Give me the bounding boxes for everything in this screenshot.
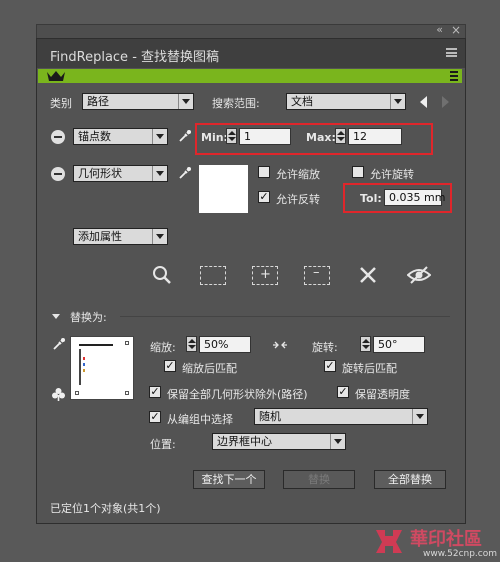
max-label: Max:	[306, 131, 336, 144]
rotate-input[interactable]: 50°	[373, 336, 425, 353]
scope-label: 搜索范围:	[212, 97, 260, 110]
attribute-dropdown[interactable]: 锚点数	[73, 128, 168, 145]
crown-icon	[47, 71, 65, 81]
chevron-down-icon	[178, 94, 193, 109]
chevron-down-icon	[152, 129, 167, 144]
select-from-group-label: 从编组中选择	[167, 413, 233, 426]
add-attribute-dropdown[interactable]: 添加属性	[73, 228, 168, 245]
allow-rotate-label: 允许旋转	[370, 168, 414, 181]
match-scale-checkbox[interactable]: ✓	[164, 360, 176, 372]
eyedropper-icon[interactable]	[178, 129, 192, 143]
eyedropper-icon[interactable]	[178, 166, 192, 180]
geometry-preview	[199, 165, 248, 213]
select-from-group-value: 随机	[259, 410, 281, 423]
category-label: 类别	[50, 97, 72, 110]
chevron-down-icon	[152, 229, 167, 244]
collapse-triangle-icon[interactable]	[52, 314, 60, 319]
rotate-spinner[interactable]	[360, 336, 371, 352]
match-scale-label: 缩放后匹配	[182, 362, 237, 375]
clear-icon[interactable]	[359, 266, 377, 284]
keep-transparency-label: 保留透明度	[355, 388, 410, 401]
add-attribute-value: 添加属性	[78, 230, 122, 243]
window-titlebar: « ×	[36, 23, 466, 39]
chevron-down-icon	[152, 166, 167, 181]
eyedropper-icon[interactable]	[52, 337, 66, 351]
plugin-bar	[38, 69, 462, 83]
position-value: 边界框中心	[217, 435, 272, 448]
replace-all-button[interactable]: 全部替换	[374, 470, 446, 489]
keep-transparency-checkbox[interactable]: ✓	[337, 386, 349, 398]
find-next-button[interactable]: 查找下一个	[193, 470, 265, 489]
min-spinner[interactable]	[226, 128, 237, 144]
chevron-down-icon	[330, 434, 345, 449]
next-arrow-icon[interactable]	[442, 96, 449, 108]
allow-rotate-checkbox[interactable]	[352, 166, 364, 178]
position-dropdown[interactable]: 边界框中心	[212, 433, 346, 450]
min-label: Min:	[201, 131, 228, 144]
replacement-preview	[70, 336, 134, 400]
remove-attribute-icon[interactable]	[51, 167, 65, 181]
select-from-group-checkbox[interactable]: ✓	[149, 411, 161, 423]
status-text: 已定位1个对象(共1个)	[50, 502, 161, 515]
panel-title[interactable]: FindReplace - 查找替换图稿	[50, 46, 219, 65]
match-rotate-checkbox[interactable]: ✓	[324, 360, 336, 372]
chevron-down-icon	[412, 409, 427, 424]
category-dropdown[interactable]: 路径	[82, 93, 194, 110]
watermark-brand: 華印社區	[410, 529, 482, 550]
geometry-value: 几何形状	[78, 167, 122, 180]
min-input[interactable]: 1	[239, 128, 291, 145]
add-to-selection-icon[interactable]: +	[252, 266, 278, 285]
max-spinner[interactable]	[335, 128, 346, 144]
scope-dropdown[interactable]: 文档	[286, 93, 406, 110]
rotate-label: 旋转:	[312, 341, 338, 354]
attribute-value: 锚点数	[78, 130, 111, 143]
keep-geometry-checkbox[interactable]: ✓	[149, 386, 161, 398]
allow-scale-checkbox[interactable]	[258, 166, 270, 178]
watermark-url: www.52cnp.com	[423, 549, 498, 559]
remove-from-selection-icon[interactable]: –	[304, 266, 330, 285]
replace-button[interactable]: 替换	[283, 470, 355, 489]
geometry-dropdown[interactable]: 几何形状	[73, 165, 168, 182]
panel-menu-icon[interactable]	[446, 48, 457, 57]
allow-scale-label: 允许缩放	[276, 168, 320, 181]
scale-input[interactable]: 50%	[199, 336, 251, 353]
position-label: 位置:	[150, 438, 176, 451]
tol-input[interactable]: 0.035 mm	[384, 189, 445, 206]
zoom-icon[interactable]	[152, 265, 172, 285]
match-rotate-label: 旋转后匹配	[342, 362, 397, 375]
link-arrows-icon[interactable]	[272, 339, 288, 351]
max-input[interactable]: 12	[348, 128, 402, 145]
tol-label: Tol:	[360, 192, 382, 205]
club-icon[interactable]	[51, 387, 66, 402]
category-value: 路径	[87, 95, 109, 108]
allow-reflect-checkbox[interactable]: ✓	[258, 191, 270, 203]
prev-arrow-icon[interactable]	[420, 96, 427, 108]
scale-label: 缩放:	[150, 341, 176, 354]
close-icon[interactable]: ×	[451, 23, 461, 37]
remove-attribute-icon[interactable]	[51, 130, 65, 144]
keep-geometry-label: 保留全部几何形状除外(路径)	[167, 388, 308, 401]
collapse-icon[interactable]: «	[436, 23, 443, 36]
section-divider	[120, 316, 450, 317]
watermark-logo	[376, 530, 402, 553]
allow-reflect-label: 允许反转	[276, 193, 320, 206]
scope-value: 文档	[291, 95, 313, 108]
select-icon[interactable]	[200, 266, 226, 285]
replace-header: 替换为:	[70, 311, 107, 324]
chevron-down-icon	[390, 94, 405, 109]
plugin-menu-icon[interactable]	[450, 71, 458, 81]
scale-spinner[interactable]	[186, 336, 197, 352]
select-from-group-dropdown[interactable]: 随机	[254, 408, 428, 425]
hide-icon[interactable]	[407, 265, 431, 285]
